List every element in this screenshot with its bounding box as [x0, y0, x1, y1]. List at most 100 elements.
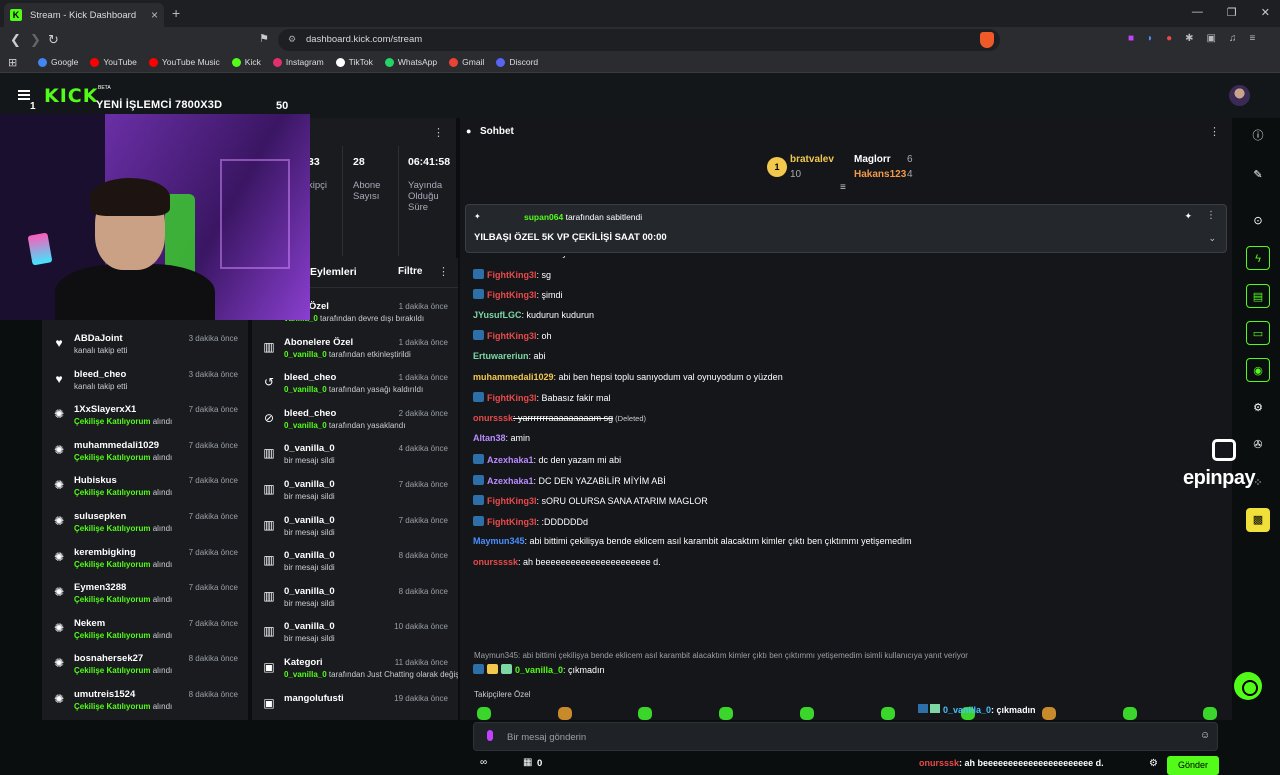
wrench-icon[interactable]: ✇: [1246, 433, 1270, 457]
activity-username[interactable]: 0_vanilla_0: [284, 479, 335, 490]
activity-item[interactable]: ✺ bosnahersek27 8 dakika önce Çekilişe Katı…: [42, 650, 248, 685]
chat-message[interactable]: Azexhaka1: dc den yazam mi abi: [473, 454, 621, 465]
send-button[interactable]: Gönder: [1167, 756, 1219, 775]
chat-message[interactable]: Maymun345: abi bittimi çekilişya bende e…: [473, 536, 912, 546]
chat-message[interactable]: FightKing3l: sORU OLURSA SANA ATARIM MAG…: [473, 495, 708, 506]
chat-message[interactable]: arturn: altan roblox veya valo: [473, 256, 591, 258]
gear-icon[interactable]: ⚙: [1246, 396, 1270, 420]
activity-item[interactable]: ▣ mangolufusti 19 dakika önce: [252, 690, 458, 720]
activity-username[interactable]: umutreis1524: [74, 689, 135, 700]
activity-username[interactable]: bleed_cheo: [284, 408, 336, 419]
activity-item[interactable]: ✺ kerembigking 7 dakika önce Çekilişe Katıl…: [42, 544, 248, 579]
activity-username[interactable]: Nekem: [74, 618, 105, 629]
activity-item[interactable]: ✺ muhammedali1029 7 dakika önce Çekilişe Ka…: [42, 437, 248, 472]
activity-item[interactable]: ▥ 0_vanilla_0 7 dakika önce bir mesajı sild…: [252, 512, 458, 547]
activity-item[interactable]: ♥ ABDaJoint 3 dakika önce kanalı takip etti: [42, 330, 248, 365]
activity-username[interactable]: mangolufusti: [284, 693, 344, 704]
chat-input[interactable]: Bir mesaj gönderin: [473, 722, 1218, 751]
extension-icon[interactable]: ◗: [1147, 33, 1153, 44]
activity-username[interactable]: 0_vanilla_0: [284, 586, 335, 597]
emote-icon[interactable]: [1041, 707, 1056, 720]
activity-item[interactable]: ✺ Hubiskus 7 dakika önce Çekilişe Katılıyor…: [42, 472, 248, 507]
chat-username[interactable]: Altan38: [473, 433, 506, 443]
bookmark-item[interactable]: Kick: [231, 57, 261, 67]
emote-icon[interactable]: [557, 707, 572, 720]
chat-username[interactable]: FightKing3l: [487, 290, 537, 300]
activity-username[interactable]: muhammedali1029: [74, 440, 159, 451]
menu-icon[interactable]: ≡: [1249, 33, 1255, 44]
clapper-icon[interactable]: ▩: [1246, 508, 1270, 532]
activity-username[interactable]: 0_vanilla_0: [284, 443, 335, 454]
document-icon[interactable]: ▤: [1246, 284, 1270, 308]
chat-message[interactable]: Altan38: amin: [473, 433, 530, 443]
activity-username[interactable]: 0_vanilla_0: [284, 515, 335, 526]
support-chat-icon[interactable]: [1234, 672, 1262, 700]
chat-message[interactable]: FightKing3l: oh: [473, 330, 552, 341]
chat-message[interactable]: FightKing3l: Babasız fakir mal: [473, 392, 611, 403]
chat-username[interactable]: muhammedali1029: [473, 372, 554, 382]
leader-name[interactable]: Hakans123: [854, 169, 906, 180]
chat-message[interactable]: FightKing3l: şimdi: [473, 289, 563, 300]
avatar[interactable]: [1229, 85, 1250, 106]
activity-username[interactable]: kerembigking: [74, 547, 136, 558]
chat-message[interactable]: 0_vanilla_0: çıkmadın: [473, 664, 605, 675]
chat-username[interactable]: arturn: [473, 256, 499, 258]
chat-username[interactable]: FightKing3l: [487, 496, 537, 506]
more-options-icon[interactable]: ⋮: [1209, 125, 1220, 138]
chat-username[interactable]: FightKing3l: [487, 270, 537, 280]
music-icon[interactable]: ♫: [1229, 33, 1237, 44]
bookmark-item[interactable]: YouTube Music: [148, 57, 220, 67]
chat-username[interactable]: FightKing3l: [487, 393, 537, 403]
activity-item[interactable]: ▥ 0_vanilla_0 8 dakika önce bir mesajı sild…: [252, 547, 458, 582]
activity-username[interactable]: bosnahersek27: [74, 653, 143, 664]
emote-icon[interactable]: [799, 707, 814, 720]
chat-message[interactable]: FightKing3l: sg: [473, 268, 551, 280]
more-options-icon[interactable]: ⋮: [1206, 210, 1216, 221]
back-icon[interactable]: ❮: [10, 32, 21, 48]
activity-item[interactable]: ▥ 0_vanilla_0 8 dakika önce bir mesajı sild…: [252, 583, 458, 618]
emote-icon[interactable]: [1203, 707, 1218, 720]
activity-username[interactable]: Kategori: [284, 657, 323, 668]
edit-icon[interactable]: ✎: [1246, 163, 1270, 187]
filter-button[interactable]: Filtre: [398, 266, 422, 277]
expand-leaderboard-icon[interactable]: ≡: [840, 182, 846, 193]
reload-icon[interactable]: ↻: [48, 32, 59, 48]
info-icon[interactable]: ⓘ: [1246, 124, 1270, 148]
activity-item[interactable]: ✺ umutreis1524 8 dakika önce Çekilişe Katıl…: [42, 686, 248, 720]
activity-username[interactable]: ABDaJoint: [74, 333, 123, 344]
apps-grid-icon[interactable]: ⊞: [8, 56, 17, 69]
chat-username[interactable]: Azexhaka1: [487, 476, 534, 486]
chat-username[interactable]: Azexhaka1: [487, 455, 534, 465]
focus-icon[interactable]: ⊙: [1246, 209, 1270, 233]
bookmark-item[interactable]: Google: [38, 57, 78, 67]
chat-message[interactable]: Azexhaka1: DC DEN YAZABİLİR MİYİM ABİ: [473, 474, 666, 486]
broadcast-icon[interactable]: ◉: [1246, 358, 1270, 382]
channel-points-icon[interactable]: ∞: [480, 757, 487, 768]
puzzle-icon[interactable]: ✱: [1185, 33, 1193, 44]
bookmark-item[interactable]: Instagram: [272, 57, 324, 67]
emote-icon[interactable]: [638, 707, 653, 720]
minimize-icon[interactable]: —: [1192, 6, 1203, 19]
close-window-icon[interactable]: ✕: [1261, 6, 1270, 19]
activity-item[interactable]: ✺ sulusepken 7 dakika önce Çekilişe Katılıy…: [42, 508, 248, 543]
activity-username[interactable]: sulusepken: [74, 511, 126, 522]
microphone-icon[interactable]: [487, 730, 493, 741]
bookmark-item[interactable]: TikTok: [335, 57, 373, 67]
chat-message[interactable]: onursssk: yarrrrrrraaaaaaaaam sg (Delete…: [473, 413, 646, 423]
chat-username[interactable]: FightKing3l: [487, 517, 537, 527]
forward-icon[interactable]: ❯: [30, 32, 41, 48]
close-tab-icon[interactable]: ×: [151, 8, 158, 22]
extension-icon[interactable]: ■: [1128, 33, 1134, 44]
kick-logo[interactable]: KICK: [44, 85, 98, 107]
more-options-icon[interactable]: ⋮: [433, 126, 444, 139]
chat-username[interactable]: JYusufLGC: [473, 310, 522, 320]
chat-message[interactable]: muhammedali1029: abi ben hepsi toplu san…: [473, 372, 783, 382]
emote-icon[interactable]: [1122, 707, 1137, 720]
activity-username[interactable]: bleed_cheo: [74, 369, 126, 380]
lightning-icon[interactable]: ϟ: [1246, 246, 1270, 270]
chat-username[interactable]: FightKing3l: [487, 331, 537, 341]
extension-icon[interactable]: ●: [1166, 33, 1172, 44]
activity-username[interactable]: 1XxSlayerxX1: [74, 404, 136, 415]
activity-username[interactable]: 0_vanilla_0: [284, 550, 335, 561]
emote-icon[interactable]: [880, 707, 895, 720]
